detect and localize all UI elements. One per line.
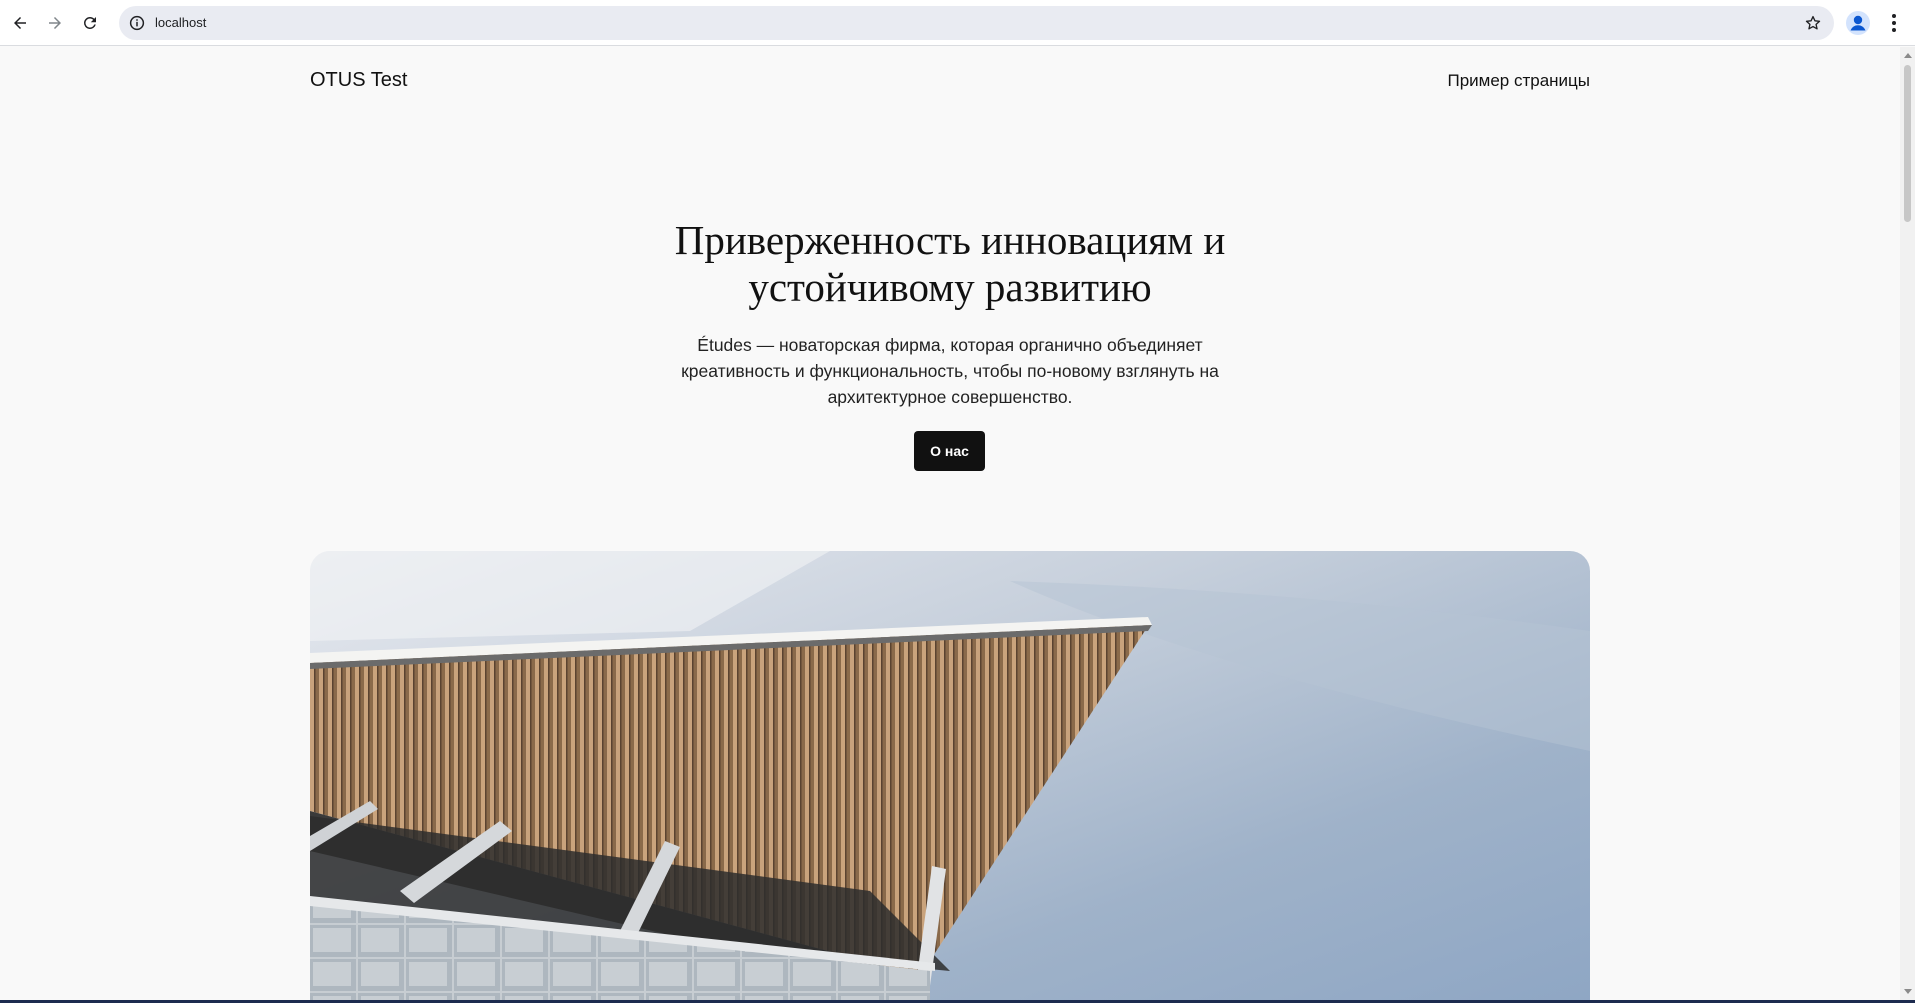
bookmark-star-icon[interactable]: [1804, 14, 1822, 32]
forward-button[interactable]: [40, 8, 70, 38]
browser-toolbar: localhost: [0, 0, 1915, 46]
info-icon[interactable]: [128, 14, 146, 32]
reload-button[interactable]: [75, 8, 105, 38]
hero-heading: Приверженность инновациям и устойчивому …: [674, 217, 1226, 310]
arrow-left-icon: [14, 17, 26, 29]
reload-icon: [83, 16, 96, 29]
nav-link-sample-page[interactable]: Пример страницы: [1447, 71, 1590, 91]
hero-description: Études — новаторская фирма, которая орга…: [681, 335, 1219, 407]
address-bar[interactable]: localhost: [119, 6, 1834, 40]
profile-icon[interactable]: [1845, 10, 1871, 36]
scroll-up-icon[interactable]: [1904, 53, 1912, 58]
kebab-menu-icon[interactable]: [1882, 11, 1906, 35]
arrow-right-icon: [49, 17, 61, 29]
building-photo: [310, 551, 1590, 1000]
page-scrollbar[interactable]: [1900, 47, 1915, 1000]
page-viewport: OTUS Test Пример страницы Приверженность…: [0, 47, 1900, 1000]
scrollbar-thumb[interactable]: [1904, 65, 1911, 222]
url-text: localhost: [155, 15, 207, 30]
site-title-link[interactable]: OTUS Test: [310, 69, 407, 92]
scroll-down-icon[interactable]: [1904, 989, 1912, 994]
about-us-button[interactable]: О нас: [914, 431, 985, 471]
back-button[interactable]: [5, 8, 35, 38]
hero-image: [310, 551, 1590, 1000]
